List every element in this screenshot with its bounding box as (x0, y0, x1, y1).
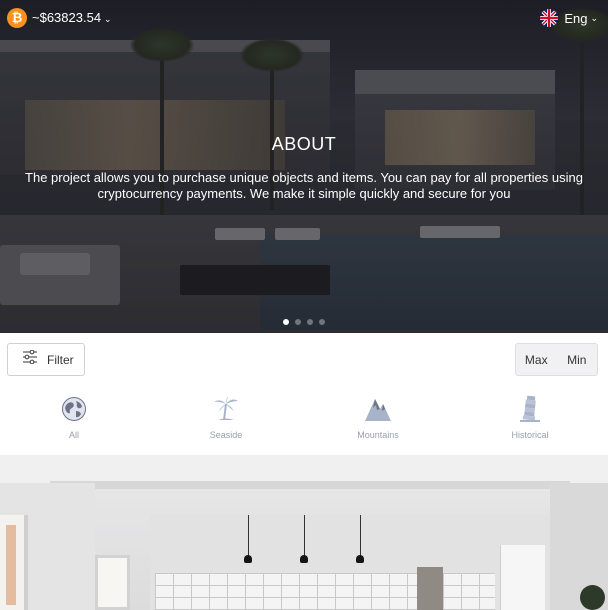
filter-button[interactable]: Filter (7, 343, 85, 376)
top-bar: ₿ ~$63823.54 ⌄ Eng ⌄ (0, 0, 608, 36)
sort-max-button[interactable]: Max (516, 353, 557, 367)
language-label: Eng (564, 10, 588, 26)
filter-label: Filter (47, 352, 74, 367)
category-label: Mountains (357, 430, 399, 440)
category-label: Historical (511, 430, 549, 440)
carousel-dots (0, 319, 608, 325)
category-tabs: All Seaside Mountains Historical (0, 394, 608, 445)
palm-tree-icon (212, 394, 240, 427)
pendant-wire (304, 515, 305, 557)
globe-icon (61, 396, 87, 427)
price-selector[interactable]: ~$63823.54 ⌄ (32, 10, 112, 25)
category-label: All (68, 430, 79, 440)
listing-molding (50, 481, 570, 489)
language-selector[interactable]: Eng ⌄ (540, 8, 598, 28)
category-historical[interactable]: Historical (490, 394, 570, 440)
hero-title: ABOUT (271, 134, 337, 154)
hero-carousel[interactable]: ₿ ~$63823.54 ⌄ Eng ⌄ ABOUT The project all… (0, 0, 608, 333)
category-mountains[interactable]: Mountains (338, 397, 418, 440)
listing-fridge (500, 545, 545, 610)
pendant-wire (360, 515, 361, 557)
pendant-lamp (300, 555, 308, 563)
pendant-lamp (244, 555, 252, 563)
uk-flag-icon (540, 9, 559, 27)
listing-tiles (155, 573, 495, 610)
bitcoin-icon: ₿ (7, 8, 27, 28)
hero-description: The project allows you to purchase uniqu… (25, 170, 583, 201)
listing-window (95, 555, 130, 610)
listing-ceiling (0, 455, 608, 483)
mountain-icon (364, 396, 392, 427)
carousel-dot[interactable] (319, 319, 325, 325)
listing-window (0, 515, 28, 610)
property-card-image[interactable] (0, 455, 608, 610)
sort-toggle: Max Min (515, 343, 598, 376)
pendant-wire (248, 515, 249, 557)
chevron-down-icon: ⌄ (104, 14, 112, 24)
chevron-down-icon: ⌄ (590, 12, 598, 23)
pendant-lamp (356, 555, 364, 563)
category-seaside[interactable]: Seaside (186, 394, 266, 440)
category-label: Seaside (209, 430, 243, 440)
leaning-tower-icon (518, 394, 542, 427)
range-hood (417, 567, 443, 610)
sliders-icon (22, 349, 38, 369)
sort-min-button[interactable]: Min (557, 353, 598, 367)
carousel-dot[interactable] (295, 319, 301, 325)
carousel-dot[interactable] (307, 319, 313, 325)
price-value: ~$63823.54 (32, 10, 102, 25)
listing-plant (580, 585, 605, 610)
hero-overlay (0, 0, 608, 333)
carousel-dot[interactable] (283, 319, 289, 325)
category-all[interactable]: All (34, 397, 114, 440)
